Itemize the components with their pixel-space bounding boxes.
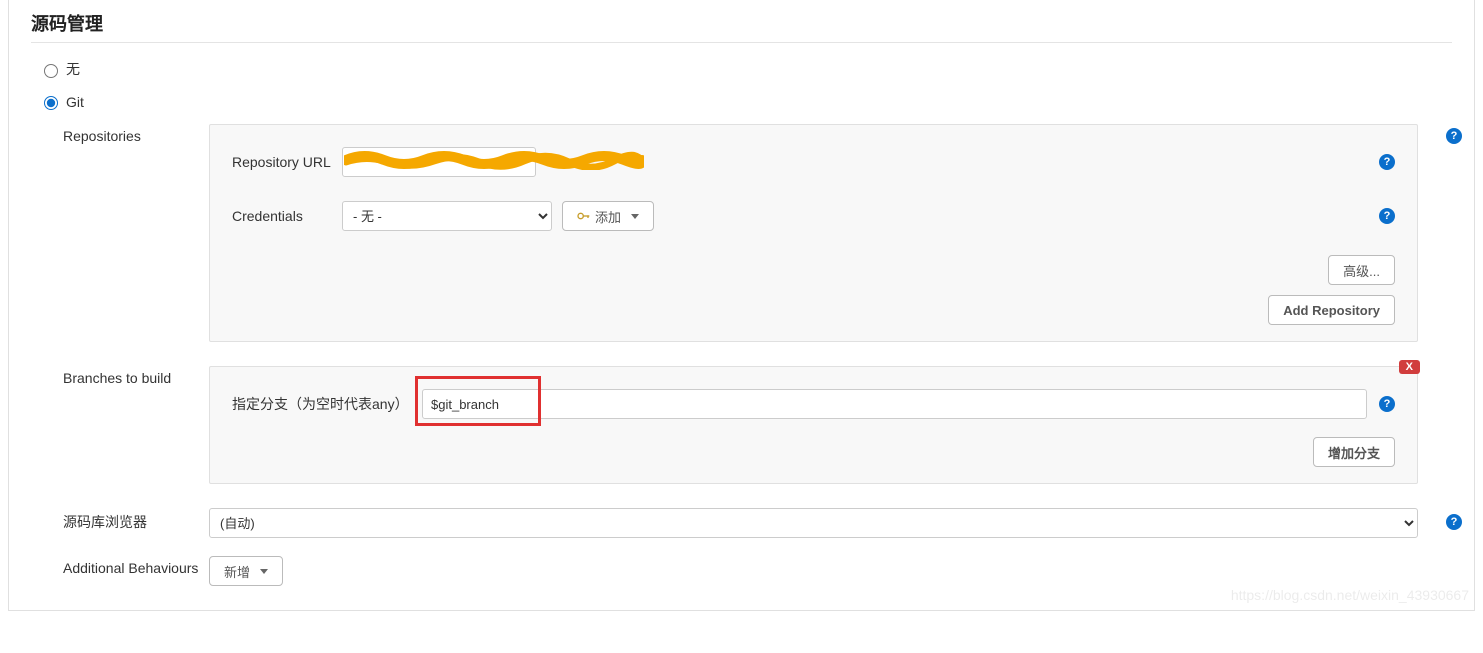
add-behaviour-button[interactable]: 新增 — [209, 556, 283, 586]
help-icon[interactable]: ? — [1446, 128, 1462, 144]
delete-branch-button[interactable]: X — [1399, 360, 1420, 374]
scm-git-label: Git — [66, 94, 84, 110]
add-branch-button[interactable]: 增加分支 — [1313, 437, 1395, 467]
key-icon — [577, 212, 591, 220]
scm-none-radio[interactable] — [44, 64, 58, 78]
branch-spec-label: 指定分支（为空时代表any） — [232, 394, 422, 414]
help-icon[interactable]: ? — [1379, 208, 1395, 224]
branch-spec-input[interactable] — [422, 389, 1367, 419]
credentials-label: Credentials — [232, 208, 342, 224]
scm-git-radio[interactable] — [44, 96, 58, 110]
repo-browser-select[interactable]: (自动) — [209, 508, 1418, 538]
divider — [31, 42, 1452, 43]
repositories-panel: Repository URL ? Credentials — [209, 124, 1418, 342]
credentials-select[interactable]: - 无 - — [342, 201, 552, 231]
redaction-scribble — [344, 150, 644, 170]
branches-panel: X 指定分支（为空时代表any） ? 增加分支 — [209, 366, 1418, 484]
branches-label: Branches to build — [9, 366, 209, 386]
scm-none-label: 无 — [66, 59, 80, 79]
behaviours-label: Additional Behaviours — [9, 556, 209, 576]
scm-radio-group: 无 Git — [9, 59, 1474, 110]
repo-url-label: Repository URL — [232, 154, 342, 170]
help-icon[interactable]: ? — [1446, 514, 1462, 530]
add-repository-button[interactable]: Add Repository — [1268, 295, 1395, 325]
help-icon[interactable]: ? — [1379, 396, 1395, 412]
add-credentials-label: 添加 — [595, 207, 621, 226]
advanced-button[interactable]: 高级... — [1328, 255, 1395, 285]
browser-label: 源码库浏览器 — [9, 508, 209, 532]
repositories-label: Repositories — [9, 124, 209, 144]
add-credentials-button[interactable]: 添加 — [562, 201, 654, 231]
help-icon[interactable]: ? — [1379, 154, 1395, 170]
section-title: 源码管理 — [9, 0, 1474, 42]
add-behaviour-label: 新增 — [224, 562, 250, 581]
